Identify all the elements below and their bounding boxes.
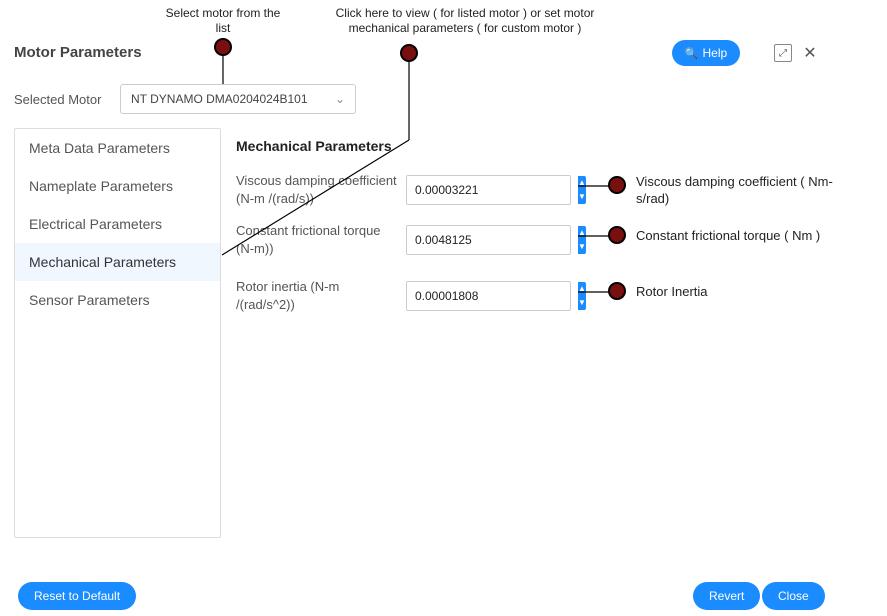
help-button[interactable]: 🔍 Help (672, 40, 740, 66)
callout-dot (214, 38, 232, 56)
spin-up-icon[interactable]: ▲ (578, 176, 586, 190)
spin-down-icon[interactable]: ▼ (578, 296, 586, 310)
sidebar-item-nameplate[interactable]: Nameplate Parameters (15, 167, 220, 205)
viscous-damping-input[interactable] (407, 176, 578, 204)
page-title: Motor Parameters (14, 44, 142, 61)
spinner: ▲ ▼ (578, 282, 586, 310)
annotation-friction: Constant frictional torque ( Nm ) (636, 228, 866, 245)
sidebar: Meta Data Parameters Nameplate Parameter… (14, 128, 221, 538)
close-icon[interactable]: ✕ (801, 44, 819, 62)
constant-friction-input[interactable] (407, 226, 578, 254)
spin-down-icon[interactable]: ▼ (578, 240, 586, 254)
annotation-inertia: Rotor Inertia (636, 284, 836, 301)
spin-up-icon[interactable]: ▲ (578, 226, 586, 240)
param-label: Viscous damping coefficient (N-m /(rad/s… (236, 172, 406, 207)
close-button[interactable]: Close (762, 582, 825, 610)
annotation-select-motor: Select motor from the list (163, 6, 283, 36)
revert-button[interactable]: Revert (693, 582, 760, 610)
callout-dot (608, 176, 626, 194)
sidebar-item-sensor[interactable]: Sensor Parameters (15, 281, 220, 319)
search-icon: 🔍 (685, 47, 699, 60)
reset-to-default-button[interactable]: Reset to Default (18, 582, 136, 610)
param-input-wrap: ▲ ▼ (406, 225, 571, 255)
callout-dot (608, 226, 626, 244)
param-label: Constant frictional torque (N-m)) (236, 222, 406, 257)
param-input-wrap: ▲ ▼ (406, 281, 571, 311)
param-label: Rotor inertia (N-m /(rad/s^2)) (236, 278, 406, 313)
panel-title: Mechanical Parameters (236, 138, 392, 154)
callout-dot (608, 282, 626, 300)
rotor-inertia-input[interactable] (407, 282, 578, 310)
sidebar-item-electrical[interactable]: Electrical Parameters (15, 205, 220, 243)
expand-icon[interactable]: ⤢ (774, 44, 792, 62)
help-button-label: Help (703, 46, 728, 60)
annotation-viscous: Viscous damping coefficient ( Nm-s/rad) (636, 174, 856, 208)
spinner: ▲ ▼ (578, 176, 586, 204)
annotation-click-tab: Click here to view ( for listed motor ) … (315, 6, 615, 36)
selected-motor-dropdown[interactable]: NT DYNAMO DMA0204024B101 ⌄ (120, 84, 356, 114)
spinner: ▲ ▼ (578, 226, 586, 254)
sidebar-item-mechanical[interactable]: Mechanical Parameters (15, 243, 220, 281)
sidebar-item-metadata[interactable]: Meta Data Parameters (15, 129, 220, 167)
callout-dot (400, 44, 418, 62)
selected-motor-label: Selected Motor (14, 92, 101, 107)
selected-motor-value: NT DYNAMO DMA0204024B101 (131, 92, 308, 106)
param-input-wrap: ▲ ▼ (406, 175, 571, 205)
spin-up-icon[interactable]: ▲ (578, 282, 586, 296)
chevron-down-icon: ⌄ (335, 92, 345, 106)
spin-down-icon[interactable]: ▼ (578, 190, 586, 204)
